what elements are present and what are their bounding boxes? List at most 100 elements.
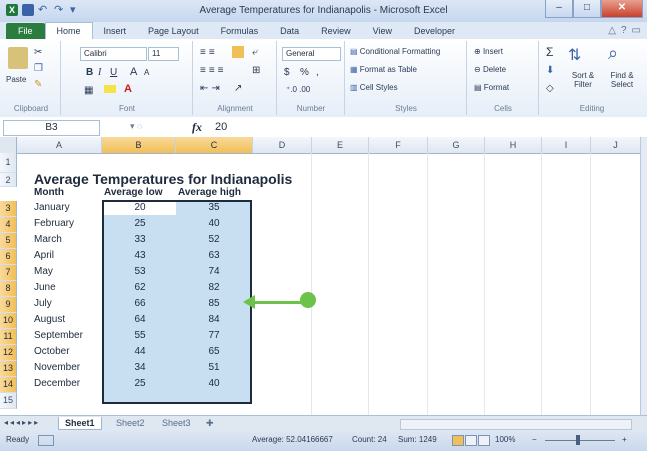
sheet-title[interactable]: Average Temperatures for Indianapolis bbox=[34, 170, 292, 189]
month-cell[interactable]: August bbox=[34, 313, 65, 327]
help-icon[interactable]: ? bbox=[621, 25, 627, 36]
sort-filter-label[interactable]: Sort & Filter bbox=[564, 71, 602, 89]
high-cell[interactable]: 35 bbox=[178, 201, 250, 215]
header-month[interactable]: Month bbox=[34, 186, 64, 200]
wrap-text-icon[interactable]: ⤶ bbox=[252, 47, 258, 58]
low-cell[interactable]: 33 bbox=[104, 233, 176, 247]
zoom-in-button[interactable]: + bbox=[622, 435, 627, 444]
column-header-g[interactable]: G bbox=[428, 137, 485, 153]
tab-file[interactable]: File bbox=[6, 23, 45, 39]
indent-icons[interactable]: ⇤⇥ bbox=[200, 83, 223, 94]
vertical-align-icons[interactable]: ≡≡ bbox=[200, 47, 218, 58]
row-header[interactable]: 8 bbox=[0, 281, 17, 297]
low-cell[interactable]: 44 bbox=[104, 345, 176, 359]
sheet-tab-sheet3[interactable]: Sheet3 bbox=[156, 417, 197, 429]
find-select-icon[interactable]: ⌕ bbox=[608, 43, 618, 64]
row-header[interactable]: 9 bbox=[0, 297, 17, 313]
sheet-nav-buttons[interactable]: ◂◂◂▸▸▸ bbox=[4, 418, 40, 427]
low-cell[interactable]: 43 bbox=[104, 249, 176, 263]
high-cell[interactable]: 51 bbox=[178, 361, 250, 375]
sheet-tab-sheet1[interactable]: Sheet1 bbox=[58, 417, 102, 430]
tab-review[interactable]: Review bbox=[310, 23, 362, 39]
month-cell[interactable]: October bbox=[34, 345, 70, 359]
row-header[interactable]: 1 bbox=[0, 153, 17, 173]
cell-styles-button[interactable]: ▥ Cell Styles bbox=[350, 83, 398, 92]
clear-icon[interactable]: ◇ bbox=[546, 83, 554, 94]
row-header[interactable]: 6 bbox=[0, 249, 17, 265]
fill-color-icon[interactable] bbox=[104, 85, 116, 93]
horizontal-align-icons[interactable]: ≡≡≡ bbox=[200, 65, 227, 76]
row-header[interactable]: 14 bbox=[0, 377, 17, 393]
row-header[interactable]: 4 bbox=[0, 217, 17, 233]
month-cell[interactable]: April bbox=[34, 249, 54, 263]
tab-view[interactable]: View bbox=[362, 23, 403, 39]
macro-record-icon[interactable] bbox=[38, 435, 54, 446]
column-header-d[interactable]: D bbox=[253, 137, 312, 153]
delete-cells-button[interactable]: ⊖ Delete bbox=[474, 65, 506, 74]
row-header[interactable]: 5 bbox=[0, 233, 17, 249]
comma-button[interactable]: , bbox=[316, 67, 319, 78]
worksheet-grid[interactable]: A B C D E F G H I J 1 2 3 4 5 6 7 8 9 10… bbox=[0, 137, 640, 415]
zoom-out-button[interactable]: − bbox=[532, 435, 537, 444]
close-button[interactable]: ✕ bbox=[601, 0, 643, 18]
grow-font-button[interactable]: A bbox=[130, 66, 137, 78]
font-color-icon[interactable]: A bbox=[124, 83, 132, 95]
percent-button[interactable]: % bbox=[300, 67, 309, 78]
row-header[interactable]: 2 bbox=[0, 173, 17, 187]
zoom-slider-track[interactable] bbox=[545, 440, 615, 441]
month-cell[interactable]: March bbox=[34, 233, 62, 247]
minimize-button[interactable]: – bbox=[545, 0, 573, 18]
conditional-formatting-button[interactable]: ▤ Conditional Formatting bbox=[350, 47, 440, 56]
month-cell[interactable]: September bbox=[34, 329, 83, 343]
row-header[interactable]: 12 bbox=[0, 345, 17, 361]
merge-center-icon[interactable]: ⊞ bbox=[252, 65, 260, 76]
tab-developer[interactable]: Developer bbox=[403, 23, 466, 39]
format-as-table-button[interactable]: ▦ Format as Table bbox=[350, 65, 417, 74]
low-cell[interactable]: 25 bbox=[104, 217, 176, 231]
column-header-i[interactable]: I bbox=[542, 137, 591, 153]
page-layout-view-icon[interactable] bbox=[465, 435, 477, 446]
paste-label[interactable]: Paste bbox=[6, 75, 26, 84]
sheet-tab-sheet2[interactable]: Sheet2 bbox=[110, 417, 151, 429]
high-cell[interactable]: 77 bbox=[178, 329, 250, 343]
restore-workbook-icon[interactable]: ▭ bbox=[632, 25, 641, 36]
underline-button[interactable]: U bbox=[110, 67, 117, 78]
high-cell[interactable]: 84 bbox=[178, 313, 250, 327]
low-cell[interactable]: 66 bbox=[104, 297, 176, 311]
formula-input[interactable]: 20 bbox=[215, 120, 227, 134]
month-cell[interactable]: July bbox=[34, 297, 52, 311]
high-cell[interactable]: 85 bbox=[178, 297, 250, 311]
bold-button[interactable]: B bbox=[86, 67, 93, 78]
column-header-b[interactable]: B bbox=[102, 137, 176, 153]
column-header-e[interactable]: E bbox=[312, 137, 369, 153]
minimize-ribbon-icon[interactable]: △ bbox=[608, 25, 616, 36]
paste-icon[interactable] bbox=[8, 47, 28, 69]
high-cell[interactable]: 40 bbox=[178, 217, 250, 231]
row-header[interactable]: 13 bbox=[0, 361, 17, 377]
copy-icon[interactable]: ❐ bbox=[34, 63, 43, 74]
column-header-f[interactable]: F bbox=[369, 137, 428, 153]
shrink-font-button[interactable]: A bbox=[144, 68, 149, 77]
row-header[interactable]: 11 bbox=[0, 329, 17, 345]
column-header-j[interactable]: J bbox=[591, 137, 640, 153]
sort-filter-icon[interactable]: ⇅ bbox=[568, 45, 581, 65]
header-average-low[interactable]: Average low bbox=[104, 186, 163, 200]
month-cell[interactable]: December bbox=[34, 377, 80, 391]
tab-page-layout[interactable]: Page Layout bbox=[137, 23, 210, 39]
low-cell[interactable]: 53 bbox=[104, 265, 176, 279]
low-cell[interactable]: 62 bbox=[104, 281, 176, 295]
number-format-select[interactable]: General bbox=[282, 47, 341, 61]
font-name-select[interactable]: Calibri bbox=[80, 47, 147, 61]
low-cell[interactable]: 20 bbox=[104, 201, 176, 215]
cut-icon[interactable]: ✂ bbox=[34, 47, 42, 58]
find-select-label[interactable]: Find & Select bbox=[604, 71, 640, 89]
decimal-buttons-icon[interactable]: ⁺.0 .00 bbox=[286, 85, 310, 94]
low-cell[interactable]: 25 bbox=[104, 377, 176, 391]
low-cell[interactable]: 34 bbox=[104, 361, 176, 375]
month-cell[interactable]: February bbox=[34, 217, 74, 231]
orientation-icon[interactable]: ↗ bbox=[234, 83, 242, 94]
normal-view-icon[interactable] bbox=[452, 435, 464, 446]
insert-cells-button[interactable]: ⊕ Insert bbox=[474, 47, 503, 56]
maximize-button[interactable]: □ bbox=[573, 0, 601, 18]
vertical-scrollbar[interactable] bbox=[640, 137, 647, 415]
